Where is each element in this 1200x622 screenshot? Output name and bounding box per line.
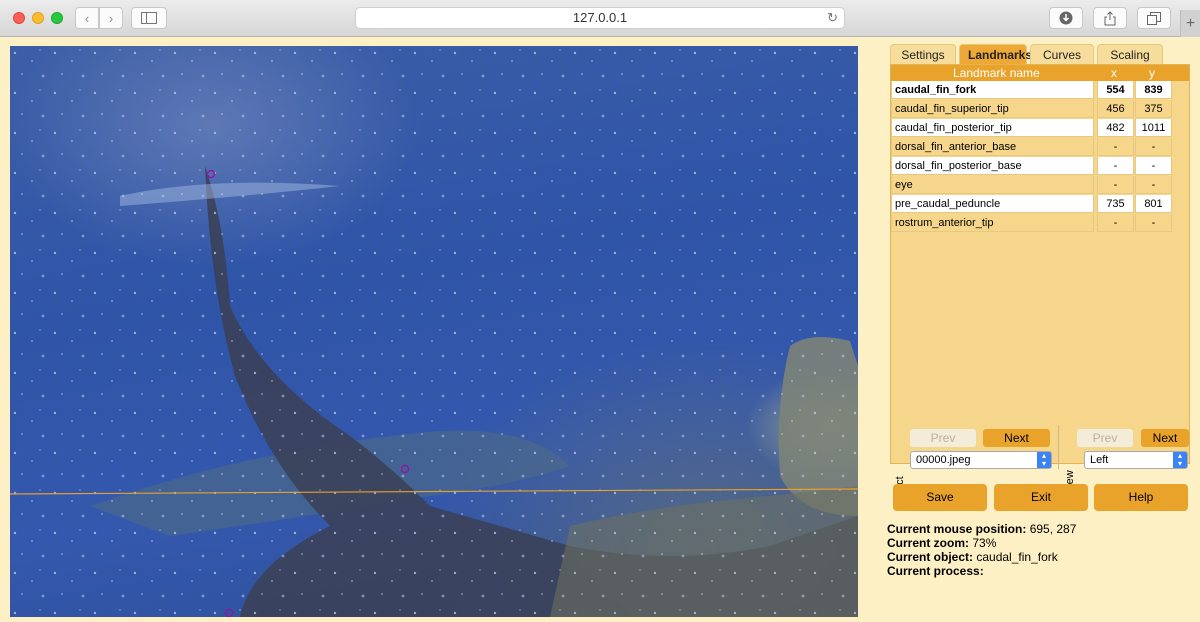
table-row[interactable]: caudal_fin_superior_tip 456 375 bbox=[891, 100, 1189, 119]
landmark-name-cell: caudal_fin_superior_tip bbox=[891, 100, 1094, 118]
chevron-right-icon: › bbox=[108, 10, 114, 26]
view-select-value: Left bbox=[1090, 454, 1109, 466]
tab-bar: Settings Landmarks Curves Scaling bbox=[890, 44, 1163, 64]
table-row[interactable]: caudal_fin_fork 554 839 bbox=[891, 81, 1189, 100]
aspect-label: Aspect bbox=[894, 432, 906, 510]
tab-curves[interactable]: Curves bbox=[1030, 44, 1094, 64]
status-zoom: Current zoom: 73% bbox=[887, 536, 996, 550]
landmark-table: Landmark name x y caudal_fin_fork 554 83… bbox=[890, 64, 1190, 464]
save-button[interactable]: Save bbox=[893, 484, 987, 511]
landmark-name-cell: eye bbox=[891, 176, 1094, 194]
help-button[interactable]: Help bbox=[1094, 484, 1188, 511]
plus-icon: + bbox=[1185, 15, 1196, 32]
landmark-name-cell: caudal_fin_posterior_tip bbox=[891, 119, 1094, 137]
view-next-button[interactable]: Next bbox=[1141, 429, 1189, 447]
landmark-x-cell: - bbox=[1097, 157, 1134, 175]
image-canvas[interactable] bbox=[10, 46, 858, 617]
zoom-window-button[interactable] bbox=[51, 12, 63, 24]
select-arrows-icon: ▴ ▾ bbox=[1037, 452, 1051, 468]
landmark-y-cell: - bbox=[1135, 176, 1172, 194]
status-mouse-position: Current mouse position: 695, 287 bbox=[887, 522, 1076, 536]
new-tab-button[interactable]: + bbox=[1180, 10, 1200, 37]
table-row[interactable]: eye - - bbox=[891, 176, 1189, 195]
zoom-value: 73% bbox=[972, 536, 997, 550]
aspect-select[interactable]: 00000.jpeg ▴ ▾ bbox=[910, 451, 1052, 469]
header-landmark-name: Landmark name bbox=[953, 66, 1040, 80]
sidebar-icon bbox=[141, 12, 157, 24]
landmark-y-cell: - bbox=[1135, 214, 1172, 232]
table-row[interactable]: dorsal_fin_posterior_base - - bbox=[891, 157, 1189, 176]
landmark-name-cell: pre_caudal_peduncle bbox=[891, 195, 1094, 213]
share-button[interactable] bbox=[1093, 7, 1127, 29]
chevron-left-icon: ‹ bbox=[84, 10, 90, 26]
landmark-x-cell: - bbox=[1097, 138, 1134, 156]
tab-settings[interactable]: Settings bbox=[890, 44, 956, 64]
view-label: View bbox=[1064, 438, 1076, 494]
landmark-y-cell: 839 bbox=[1135, 81, 1172, 99]
landmark-x-cell: 482 bbox=[1097, 119, 1134, 137]
view-prev-button[interactable]: Prev bbox=[1077, 429, 1133, 447]
table-row[interactable]: rostrum_anterior_tip - - bbox=[891, 214, 1189, 233]
landmark-x-cell: 554 bbox=[1097, 81, 1134, 99]
sidebar-toggle-button[interactable] bbox=[131, 7, 167, 29]
select-arrows-icon: ▴ ▾ bbox=[1173, 452, 1187, 468]
object-value: caudal_fin_fork bbox=[976, 550, 1058, 564]
landmark-name-cell: dorsal_fin_anterior_base bbox=[891, 138, 1094, 156]
landmark-x-cell: - bbox=[1097, 176, 1134, 194]
landmark-y-cell: 1011 bbox=[1135, 119, 1172, 137]
landmark-x-cell: 735 bbox=[1097, 195, 1134, 213]
forward-button[interactable]: › bbox=[99, 7, 123, 29]
share-icon bbox=[1104, 10, 1116, 25]
mouse-position-label: Current mouse position: bbox=[887, 522, 1027, 536]
landmark-x-cell: - bbox=[1097, 214, 1134, 232]
exit-button[interactable]: Exit bbox=[994, 484, 1088, 511]
table-row[interactable]: caudal_fin_posterior_tip 482 1011 bbox=[891, 119, 1189, 138]
object-label: Current object: bbox=[887, 550, 974, 564]
minimize-window-button[interactable] bbox=[32, 12, 44, 24]
download-icon bbox=[1059, 11, 1073, 25]
header-y: y bbox=[1149, 66, 1155, 80]
back-button[interactable]: ‹ bbox=[75, 7, 99, 29]
tabs-icon bbox=[1147, 11, 1161, 25]
landmark-name-cell: rostrum_anterior_tip bbox=[891, 214, 1094, 232]
aspect-prev-button[interactable]: Prev bbox=[910, 429, 976, 447]
aspect-next-button[interactable]: Next bbox=[983, 429, 1050, 447]
status-object: Current object: caudal_fin_fork bbox=[887, 550, 1058, 564]
aspect-select-value: 00000.jpeg bbox=[916, 454, 971, 466]
landmark-name-cell: dorsal_fin_posterior_base bbox=[891, 157, 1094, 175]
zoom-label: Current zoom: bbox=[887, 536, 969, 550]
shark-image bbox=[10, 46, 858, 617]
close-window-button[interactable] bbox=[13, 12, 25, 24]
landmark-name-cell: caudal_fin_fork bbox=[891, 81, 1094, 99]
process-label: Current process: bbox=[887, 564, 984, 578]
mouse-position-value: 695, 287 bbox=[1029, 522, 1077, 536]
tabs-overview-button[interactable] bbox=[1137, 7, 1171, 29]
tab-scaling[interactable]: Scaling bbox=[1097, 44, 1163, 64]
table-row[interactable]: dorsal_fin_anterior_base - - bbox=[891, 138, 1189, 157]
control-panel: Settings Landmarks Curves Scaling Landma… bbox=[886, 44, 1196, 618]
landmark-y-cell: 801 bbox=[1135, 195, 1172, 213]
header-x: x bbox=[1111, 66, 1117, 80]
divider bbox=[1058, 425, 1059, 469]
tab-landmarks[interactable]: Landmarks bbox=[959, 44, 1032, 64]
landmark-y-cell: 375 bbox=[1135, 100, 1172, 118]
reload-icon[interactable]: ↻ bbox=[827, 8, 838, 28]
view-select[interactable]: Left ▴ ▾ bbox=[1084, 451, 1188, 469]
landmark-table-header: Landmark name x y bbox=[891, 65, 1189, 81]
landmark-x-cell: 456 bbox=[1097, 100, 1134, 118]
table-row[interactable]: pre_caudal_peduncle 735 801 bbox=[891, 195, 1189, 214]
landmark-y-cell: - bbox=[1135, 138, 1172, 156]
status-process: Current process: bbox=[887, 564, 984, 578]
url-text: 127.0.0.1 bbox=[572, 10, 628, 25]
downloads-button[interactable] bbox=[1049, 7, 1083, 29]
address-bar[interactable]: 127.0.0.1 ↻ bbox=[355, 7, 845, 29]
browser-toolbar: ‹ › 127.0.0.1 ↻ + bbox=[0, 0, 1200, 37]
landmark-y-cell: - bbox=[1135, 157, 1172, 175]
